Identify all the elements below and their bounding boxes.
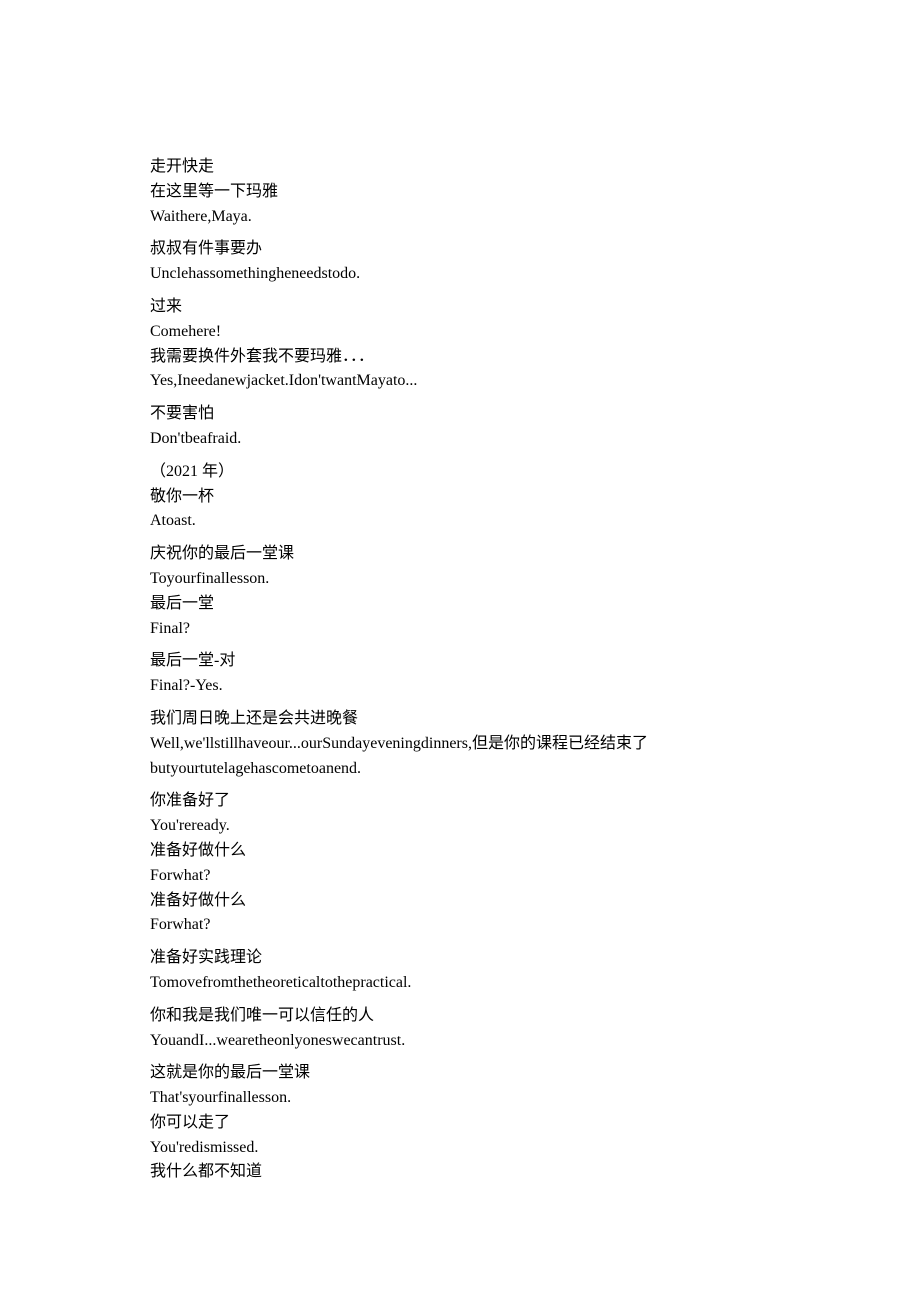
subtitle-line: Final? bbox=[150, 617, 770, 642]
subtitle-line: YouandI...wearetheonlyoneswecantrust. bbox=[150, 1029, 770, 1054]
subtitle-line: 庆祝你的最后一堂课 bbox=[150, 542, 770, 567]
subtitle-line: Forwhat? bbox=[150, 913, 770, 938]
subtitle-line: Yes,Ineedanewjacket.Idon'twantMayato... bbox=[150, 369, 770, 394]
subtitle-line: 我需要换件外套我不要玛雅．．． bbox=[150, 345, 770, 370]
subtitle-line: Forwhat? bbox=[150, 864, 770, 889]
document-page: 走开快走 在这里等一下玛雅 Waithere,Maya. 叔叔有件事要办 Unc… bbox=[0, 0, 920, 1285]
subtitle-line: 走开快走 bbox=[150, 155, 770, 180]
subtitle-line: 你准备好了 bbox=[150, 789, 770, 814]
subtitle-line: 叔叔有件事要办 bbox=[150, 237, 770, 262]
subtitle-group: 庆祝你的最后一堂课 Toyourfinallesson. 最后一堂 Final? bbox=[150, 542, 770, 641]
subtitle-line: 在这里等一下玛雅 bbox=[150, 180, 770, 205]
subtitle-line: butyourtutelagehascometoanend. bbox=[150, 757, 770, 782]
subtitle-line: 这就是你的最后一堂课 bbox=[150, 1061, 770, 1086]
subtitle-line: 准备好实践理论 bbox=[150, 946, 770, 971]
subtitle-group: 走开快走 在这里等一下玛雅 Waithere,Maya. bbox=[150, 155, 770, 229]
subtitle-group: 不要害怕 Don'tbeafraid. bbox=[150, 402, 770, 452]
subtitle-line: Toyourfinallesson. bbox=[150, 567, 770, 592]
subtitle-line: 我们周日晚上还是会共进晚餐 bbox=[150, 707, 770, 732]
subtitle-group: 你准备好了 You'reready. 准备好做什么 Forwhat? 准备好做什… bbox=[150, 789, 770, 938]
subtitle-line: Don'tbeafraid. bbox=[150, 427, 770, 452]
subtitle-group: 这就是你的最后一堂课 That'syourfinallesson. 你可以走了 … bbox=[150, 1061, 770, 1185]
subtitle-line: Well,we'llstillhaveour...ourSundayevenin… bbox=[150, 732, 770, 757]
subtitle-line: 最后一堂 bbox=[150, 592, 770, 617]
subtitle-line: Tomovefromthetheoreticaltothepractical. bbox=[150, 971, 770, 996]
subtitle-line: You'reready. bbox=[150, 814, 770, 839]
subtitle-group: 准备好实践理论 Tomovefromthetheoreticaltothepra… bbox=[150, 946, 770, 996]
subtitle-line: 你和我是我们唯一可以信任的人 bbox=[150, 1004, 770, 1029]
subtitle-line: 准备好做什么 bbox=[150, 889, 770, 914]
subtitle-group: 过来 Comehere! 我需要换件外套我不要玛雅．．． Yes,Ineedan… bbox=[150, 295, 770, 394]
subtitle-line: Final?-Yes. bbox=[150, 674, 770, 699]
subtitle-line: 敬你一杯 bbox=[150, 485, 770, 510]
subtitle-line: That'syourfinallesson. bbox=[150, 1086, 770, 1111]
subtitle-group: 我们周日晚上还是会共进晚餐 Well,we'llstillhaveour...o… bbox=[150, 707, 770, 781]
subtitle-line: Waithere,Maya. bbox=[150, 205, 770, 230]
subtitle-line: Atoast. bbox=[150, 509, 770, 534]
subtitle-line: Unclehassomethingheneedstodo. bbox=[150, 262, 770, 287]
subtitle-line: Comehere! bbox=[150, 320, 770, 345]
subtitle-line: 你可以走了 bbox=[150, 1111, 770, 1136]
subtitle-line: 准备好做什么 bbox=[150, 839, 770, 864]
subtitle-line: 我什么都不知道 bbox=[150, 1160, 770, 1185]
subtitle-line: 过来 bbox=[150, 295, 770, 320]
subtitle-line: You'redismissed. bbox=[150, 1136, 770, 1161]
subtitle-group: 叔叔有件事要办 Unclehassomethingheneedstodo. bbox=[150, 237, 770, 287]
subtitle-line: 不要害怕 bbox=[150, 402, 770, 427]
subtitle-group: （2021 年） 敬你一杯 Atoast. bbox=[150, 460, 770, 534]
subtitle-line: （2021 年） bbox=[150, 460, 770, 485]
subtitle-line: 最后一堂-对 bbox=[150, 649, 770, 674]
subtitle-group: 最后一堂-对 Final?-Yes. bbox=[150, 649, 770, 699]
subtitle-group: 你和我是我们唯一可以信任的人 YouandI...wearetheonlyone… bbox=[150, 1004, 770, 1054]
